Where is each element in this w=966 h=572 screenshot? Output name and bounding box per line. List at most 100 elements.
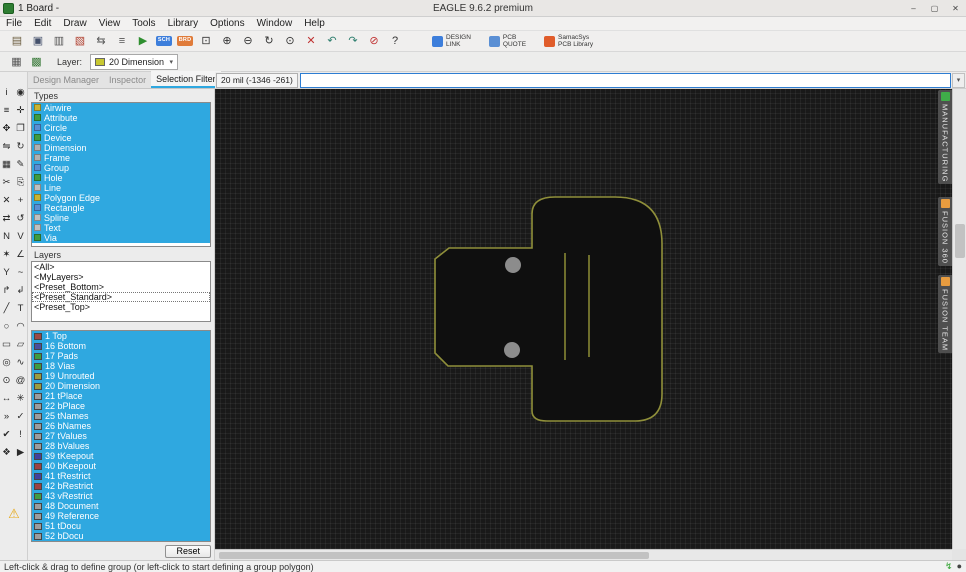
layer-toolbar-button[interactable]: ▦ — [8, 54, 25, 70]
toolbar-button[interactable]: ⊕ — [218, 33, 236, 50]
tool-button[interactable]: ⇋ — [0, 140, 13, 152]
toolbar-button[interactable]: SCH — [155, 33, 173, 50]
tool-button[interactable]: ╱ — [0, 302, 13, 314]
tool-button[interactable]: ! — [14, 428, 27, 440]
window-control-button[interactable]: ▢ — [924, 0, 945, 16]
layer-row[interactable]: 21 tPlace — [32, 391, 210, 401]
tool-button[interactable]: i — [0, 86, 13, 98]
menu-item[interactable]: Window — [251, 17, 299, 31]
type-row[interactable]: Dimension — [32, 143, 210, 153]
tab-fusion-360[interactable]: FUSION 360 — [938, 197, 952, 266]
layer-set-row[interactable]: <All> — [32, 262, 210, 272]
board-hole[interactable] — [505, 257, 521, 273]
tool-button[interactable]: ∿ — [14, 356, 27, 368]
toolbar-button[interactable]: ⊖ — [239, 33, 257, 50]
toolbar-button[interactable]: ↻ — [260, 33, 278, 50]
toolbar-button[interactable]: ▧ — [71, 33, 89, 50]
tool-button[interactable]: ∠ — [14, 248, 27, 260]
layer-dropdown[interactable]: 20 Dimension ▾ — [90, 54, 178, 70]
tool-button[interactable]: ✛ — [14, 104, 27, 116]
type-row[interactable]: Rectangle — [32, 203, 210, 213]
layer-row[interactable]: 16 Bottom — [32, 341, 210, 351]
tool-button[interactable]: » — [0, 410, 13, 422]
external-service-button[interactable]: DESIGNLINK — [425, 32, 478, 51]
menu-item[interactable]: Tools — [126, 17, 161, 31]
tab-manufacturing[interactable]: MANUFACTURING — [938, 90, 952, 184]
tool-button[interactable]: ✶ — [0, 248, 13, 260]
tab-design-manager[interactable]: Design Manager — [28, 71, 104, 88]
toolbar-button[interactable]: ▤ — [8, 33, 26, 50]
tool-button[interactable]: V — [14, 230, 27, 242]
menu-item[interactable]: Options — [204, 17, 250, 31]
tool-button[interactable]: ▶ — [14, 446, 27, 458]
tool-button[interactable]: ⇄ — [0, 212, 13, 224]
layer-row[interactable]: 20 Dimension — [32, 381, 210, 391]
toolbar-button[interactable]: ⊡ — [197, 33, 215, 50]
type-row[interactable]: Device — [32, 133, 210, 143]
menu-item[interactable]: File — [0, 17, 28, 31]
toolbar-button[interactable]: ▶ — [134, 33, 152, 50]
layer-set-row[interactable]: <Preset_Top> — [32, 302, 210, 312]
layer-row[interactable]: 48 Document — [32, 501, 210, 511]
tool-button[interactable]: ⊙ — [0, 374, 13, 386]
layer-row[interactable]: 26 bNames — [32, 421, 210, 431]
layer-row[interactable]: 52 bDocu — [32, 531, 210, 541]
reset-button[interactable]: Reset — [165, 545, 211, 558]
layer-row[interactable]: 40 bKeepout — [32, 461, 210, 471]
tool-button[interactable]: ⎘ — [14, 176, 27, 188]
toolbar-button[interactable]: ⇆ — [92, 33, 110, 50]
toolbar-button[interactable]: ▣ — [29, 33, 47, 50]
tool-button[interactable]: ❖ — [0, 446, 13, 458]
layer-row[interactable]: 28 bValues — [32, 441, 210, 451]
tool-button[interactable]: ◠ — [14, 320, 27, 332]
layer-row[interactable]: 42 bRestrict — [32, 481, 210, 491]
tab-selection-filter[interactable]: Selection Filter — [151, 71, 221, 88]
menu-item[interactable]: View — [93, 17, 127, 31]
tool-button[interactable]: ✔ — [0, 428, 13, 440]
menu-item[interactable]: Draw — [57, 17, 92, 31]
type-row[interactable]: Spline — [32, 213, 210, 223]
tool-button[interactable]: T — [14, 302, 27, 314]
type-row[interactable]: Attribute — [32, 113, 210, 123]
toolbar-button[interactable]: ⊘ — [365, 33, 383, 50]
tool-button[interactable]: ○ — [0, 320, 13, 332]
type-row[interactable]: Frame — [32, 153, 210, 163]
toolbar-button[interactable]: ↶ — [323, 33, 341, 50]
tool-button[interactable]: ↲ — [14, 284, 27, 296]
status-icon[interactable]: ● — [957, 561, 962, 572]
tool-button[interactable]: ↱ — [0, 284, 13, 296]
tool-button[interactable]: ▭ — [0, 338, 13, 350]
layer-row[interactable]: 39 tKeepout — [32, 451, 210, 461]
toolbar-button[interactable]: BRD — [176, 33, 194, 50]
layer-row[interactable]: 22 bPlace — [32, 401, 210, 411]
layer-row[interactable]: 49 Reference — [32, 511, 210, 521]
tool-button[interactable]: ✎ — [14, 158, 27, 170]
tool-button[interactable]: ↻ — [14, 140, 27, 152]
type-row[interactable]: Airwire — [32, 103, 210, 113]
layer-row[interactable]: 41 tRestrict — [32, 471, 210, 481]
tool-button[interactable]: Y — [0, 266, 13, 278]
type-row[interactable]: Circle — [32, 123, 210, 133]
type-row[interactable]: Line — [32, 183, 210, 193]
warning-icon[interactable]: ⚠ — [0, 506, 28, 522]
layer-row[interactable]: 18 Vias — [32, 361, 210, 371]
tool-button[interactable]: ✕ — [0, 194, 13, 206]
tool-button[interactable]: ✓ — [14, 410, 27, 422]
layer-set-row[interactable]: <Preset_Bottom> — [32, 282, 210, 292]
tool-button[interactable]: ~ — [14, 266, 27, 278]
layer-set-row[interactable]: <Preset_Standard> — [32, 292, 210, 302]
tab-fusion-team[interactable]: FUSION TEAM — [938, 275, 952, 353]
external-service-button[interactable]: PCBQUOTE — [482, 32, 533, 51]
tool-button[interactable]: ✥ — [0, 122, 13, 134]
command-input[interactable] — [300, 73, 951, 88]
layer-row[interactable]: 17 Pads — [32, 351, 210, 361]
tool-button[interactable]: + — [14, 194, 27, 206]
command-history-dropdown[interactable]: ▾ — [952, 73, 965, 88]
window-control-button[interactable]: ✕ — [945, 0, 966, 16]
layer-row[interactable]: 51 tDocu — [32, 521, 210, 531]
tool-button[interactable]: ✂ — [0, 176, 13, 188]
vertical-scrollbar[interactable] — [952, 89, 966, 549]
menu-item[interactable]: Help — [298, 17, 331, 31]
toolbar-button[interactable]: ▥ — [50, 33, 68, 50]
tool-button[interactable]: ▦ — [0, 158, 13, 170]
